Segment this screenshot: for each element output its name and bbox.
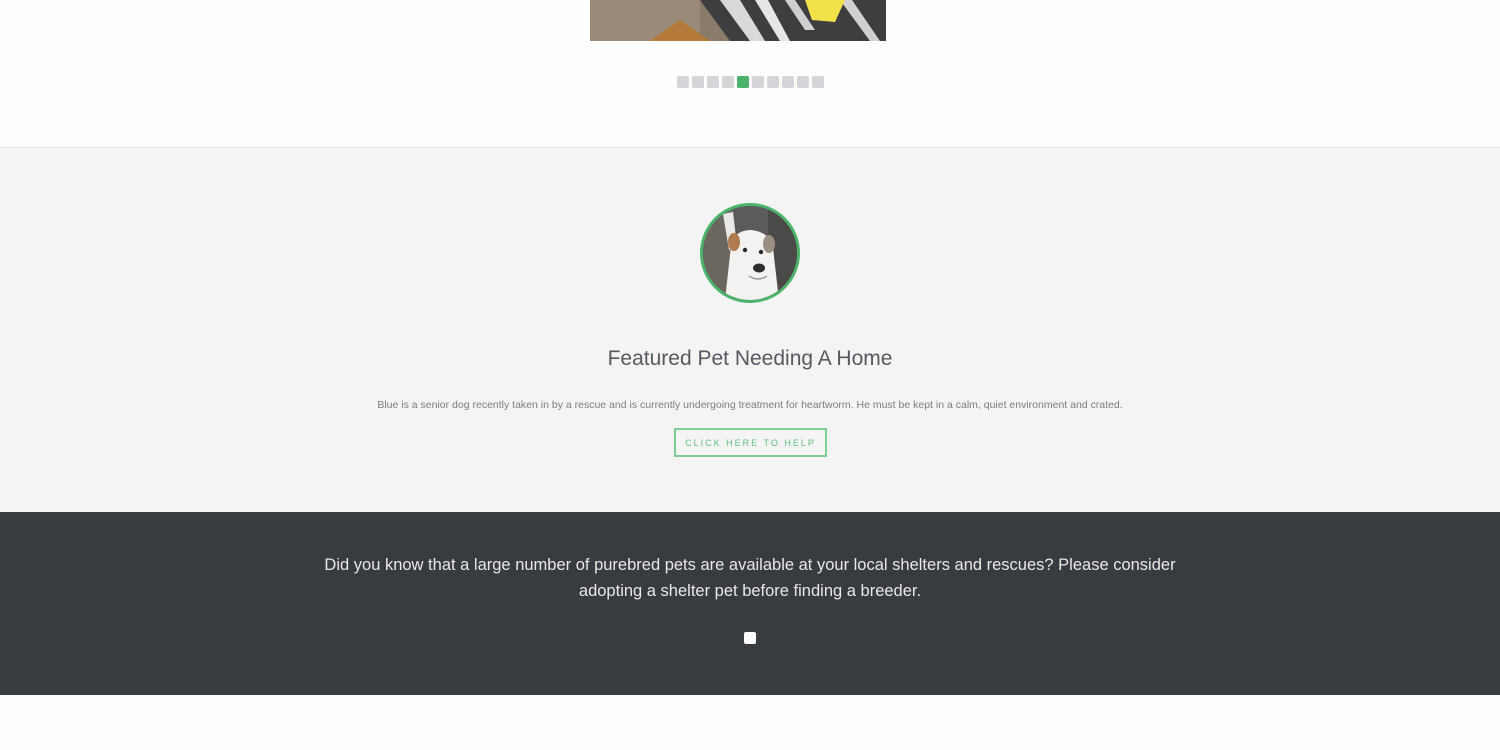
slider-dot[interactable] bbox=[812, 76, 824, 88]
slider-dot[interactable] bbox=[752, 76, 764, 88]
slider-dot[interactable] bbox=[707, 76, 719, 88]
featured-pet-section: Featured Pet Needing A Home Blue is a se… bbox=[0, 148, 1500, 512]
banner-slider-dot[interactable] bbox=[744, 632, 756, 644]
slider-dot[interactable] bbox=[722, 76, 734, 88]
slider-dot-active[interactable] bbox=[737, 76, 749, 88]
image-slider bbox=[0, 0, 1500, 147]
slider-pagination bbox=[677, 76, 824, 88]
featured-description: Blue is a senior dog recently taken in b… bbox=[377, 399, 1123, 411]
adoption-info-text: Did you know that a large number of pure… bbox=[324, 556, 1176, 600]
featured-pet-photo bbox=[700, 203, 800, 303]
page-bottom-area bbox=[0, 695, 1500, 750]
slider-dot[interactable] bbox=[767, 76, 779, 88]
click-here-to-help-button[interactable]: CLICK HERE TO HELP bbox=[674, 428, 827, 457]
slider-dot[interactable] bbox=[692, 76, 704, 88]
slider-dot[interactable] bbox=[797, 76, 809, 88]
slider-dot[interactable] bbox=[782, 76, 794, 88]
slider-dot[interactable] bbox=[677, 76, 689, 88]
slide-image[interactable] bbox=[590, 0, 886, 41]
adoption-info-banner: Did you know that a large number of pure… bbox=[0, 512, 1500, 695]
featured-title: Featured Pet Needing A Home bbox=[607, 347, 893, 370]
